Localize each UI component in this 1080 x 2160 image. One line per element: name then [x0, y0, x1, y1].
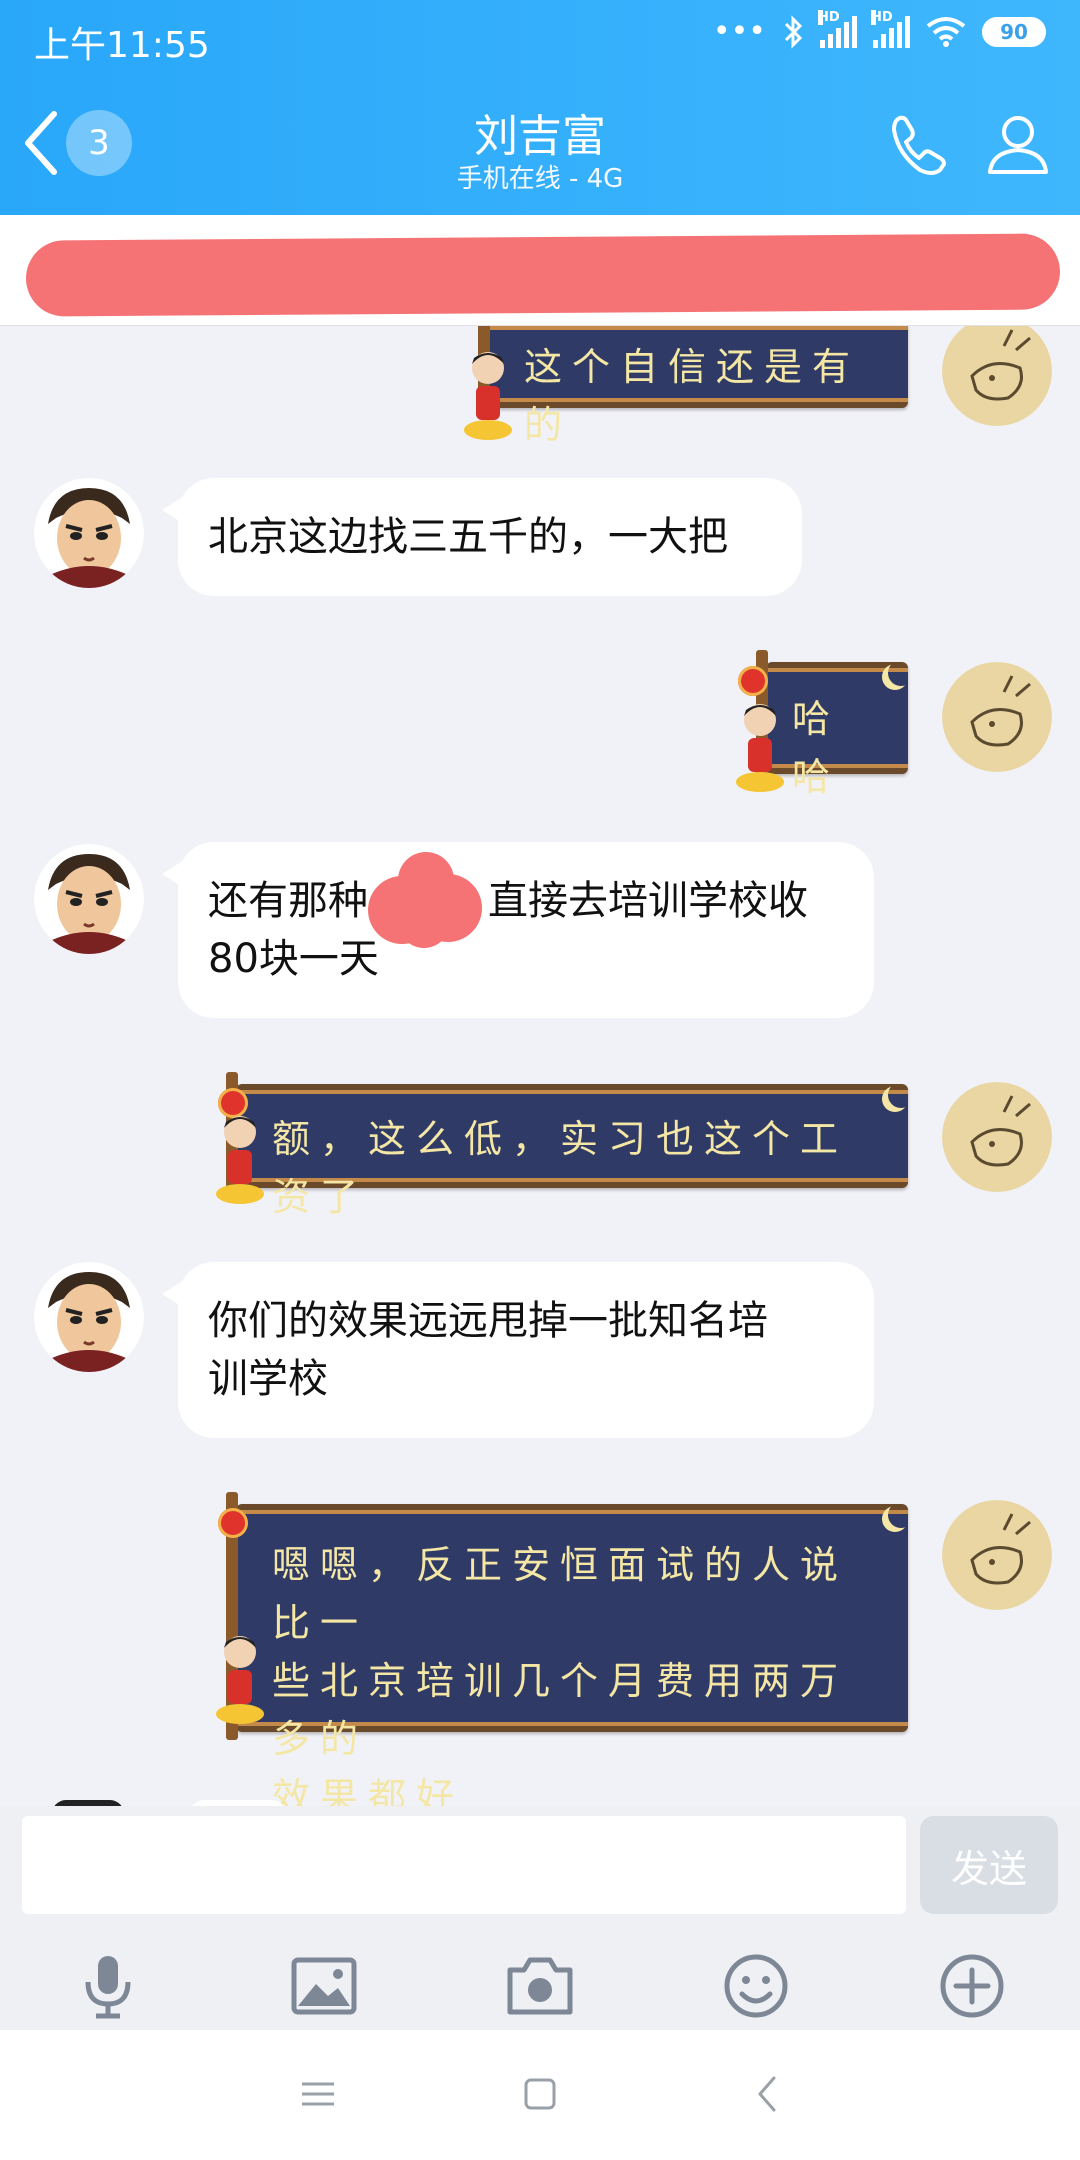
mascot-icon — [464, 352, 512, 440]
input-area: 发送 — [0, 1806, 1080, 2030]
signal-icon: HD — [818, 9, 857, 48]
image-icon[interactable] — [288, 1950, 360, 2022]
mascot-icon — [216, 1116, 264, 1204]
message-line-2: 些北京培训几个月费用两万多的 — [272, 1659, 849, 1761]
message-bubble-peer[interactable]: 北京这边找三五千的，一大把 — [162, 478, 802, 596]
my-avatar[interactable] — [942, 1500, 1052, 1610]
rabbit-avatar-icon — [942, 1500, 1052, 1610]
message-bubble-peer[interactable]: 还有那种 直接去培训学校收 80块一天 — [162, 842, 874, 1018]
cartoon-man-avatar-icon — [34, 1262, 144, 1372]
battery-icon: 90 — [982, 16, 1046, 47]
signal-icon-2: HD — [871, 9, 910, 48]
my-avatar[interactable] — [942, 662, 1052, 772]
send-button[interactable]: 发送 — [920, 1816, 1058, 1914]
message-bubble-me[interactable]: 额，这么低，实习也这个工资了 — [216, 1072, 908, 1219]
message-line-2: 训学校 — [208, 1356, 328, 1402]
chat-header: 上午11:55 ••• HD HD 90 3 刘吉富 手机在线 - 4G — [0, 0, 1080, 215]
mascot-icon — [736, 704, 784, 792]
message-text: 还有那种 — [208, 878, 368, 924]
rabbit-avatar-icon — [942, 326, 1052, 426]
rabbit-avatar-icon — [942, 662, 1052, 772]
message-text: 北京这边找三五千的，一大把 — [208, 514, 728, 560]
message-text: 哈哈 — [792, 697, 841, 799]
message-text-after: 直接去培训学校收 — [488, 878, 808, 924]
lantern-icon — [738, 666, 768, 696]
message-text: 你们的效果远远甩掉一批知名培 — [208, 1298, 768, 1344]
more-dots-icon: ••• — [712, 14, 766, 49]
my-avatar[interactable] — [942, 326, 1052, 426]
menu-icon[interactable] — [288, 2064, 348, 2124]
message-bubble-me[interactable]: 嗯嗯，反正安恒面试的人说比一 些北京培训几个月费用两万多的 效果都好 — [216, 1492, 908, 1806]
moon-icon — [888, 1082, 914, 1108]
status-icons: ••• HD HD 90 — [712, 9, 1046, 49]
message-bubble-peer[interactable]: 你们的效果远远甩掉一批知名培 训学校 — [162, 1262, 874, 1438]
moon-icon — [888, 1502, 914, 1528]
message-line-1: 还有那种 直接去培训学校收 — [208, 872, 844, 930]
cartoon-man-avatar-icon — [34, 478, 144, 588]
bluetooth-icon — [784, 14, 803, 49]
redaction-mark — [25, 233, 1061, 317]
back-icon[interactable] — [738, 2064, 798, 2124]
message-line-3: 效果都好 — [272, 1775, 465, 1806]
message-text: 这个自信还是有的 — [524, 345, 861, 447]
peer-avatar[interactable] — [34, 844, 144, 954]
peer-avatar[interactable] — [34, 478, 144, 588]
phone-icon[interactable] — [884, 110, 956, 182]
camera-icon[interactable] — [504, 1950, 576, 2022]
rabbit-avatar-icon — [942, 1082, 1052, 1192]
emoji-icon[interactable] — [720, 1950, 792, 2022]
moon-icon — [888, 660, 914, 686]
message-bubble-me[interactable]: 这个自信还是有的 — [464, 326, 908, 447]
message-list[interactable]: 这个自信还是有的 北京这边找三五千的，一大把 哈哈 还有那种 直接去培训学校收 … — [0, 326, 1080, 1806]
wifi-icon — [926, 16, 966, 47]
cartoon-man-avatar-icon — [34, 844, 144, 954]
system-nav-bar — [0, 2030, 1080, 2160]
home-icon[interactable] — [510, 2064, 570, 2124]
redaction-blob — [368, 852, 482, 948]
peer-avatar[interactable] — [34, 1262, 144, 1372]
profile-icon[interactable] — [982, 108, 1054, 180]
status-time: 上午11:55 — [34, 25, 210, 66]
mascot-icon — [216, 1636, 264, 1724]
microphone-icon[interactable] — [72, 1950, 144, 2022]
my-avatar[interactable] — [942, 1082, 1052, 1192]
message-bubble-me[interactable]: 哈哈 — [736, 650, 908, 799]
lantern-icon — [218, 1508, 248, 1538]
message-line-2: 80块一天 — [208, 936, 379, 982]
message-text: 嗯嗯，反正安恒面试的人说比一 — [272, 1543, 849, 1645]
message-text: 额，这么低，实习也这个工资了 — [272, 1117, 849, 1219]
plus-icon[interactable] — [936, 1950, 1008, 2022]
status-bar: 上午11:55 ••• HD HD 90 — [0, 0, 1080, 80]
message-input[interactable] — [22, 1816, 906, 1914]
